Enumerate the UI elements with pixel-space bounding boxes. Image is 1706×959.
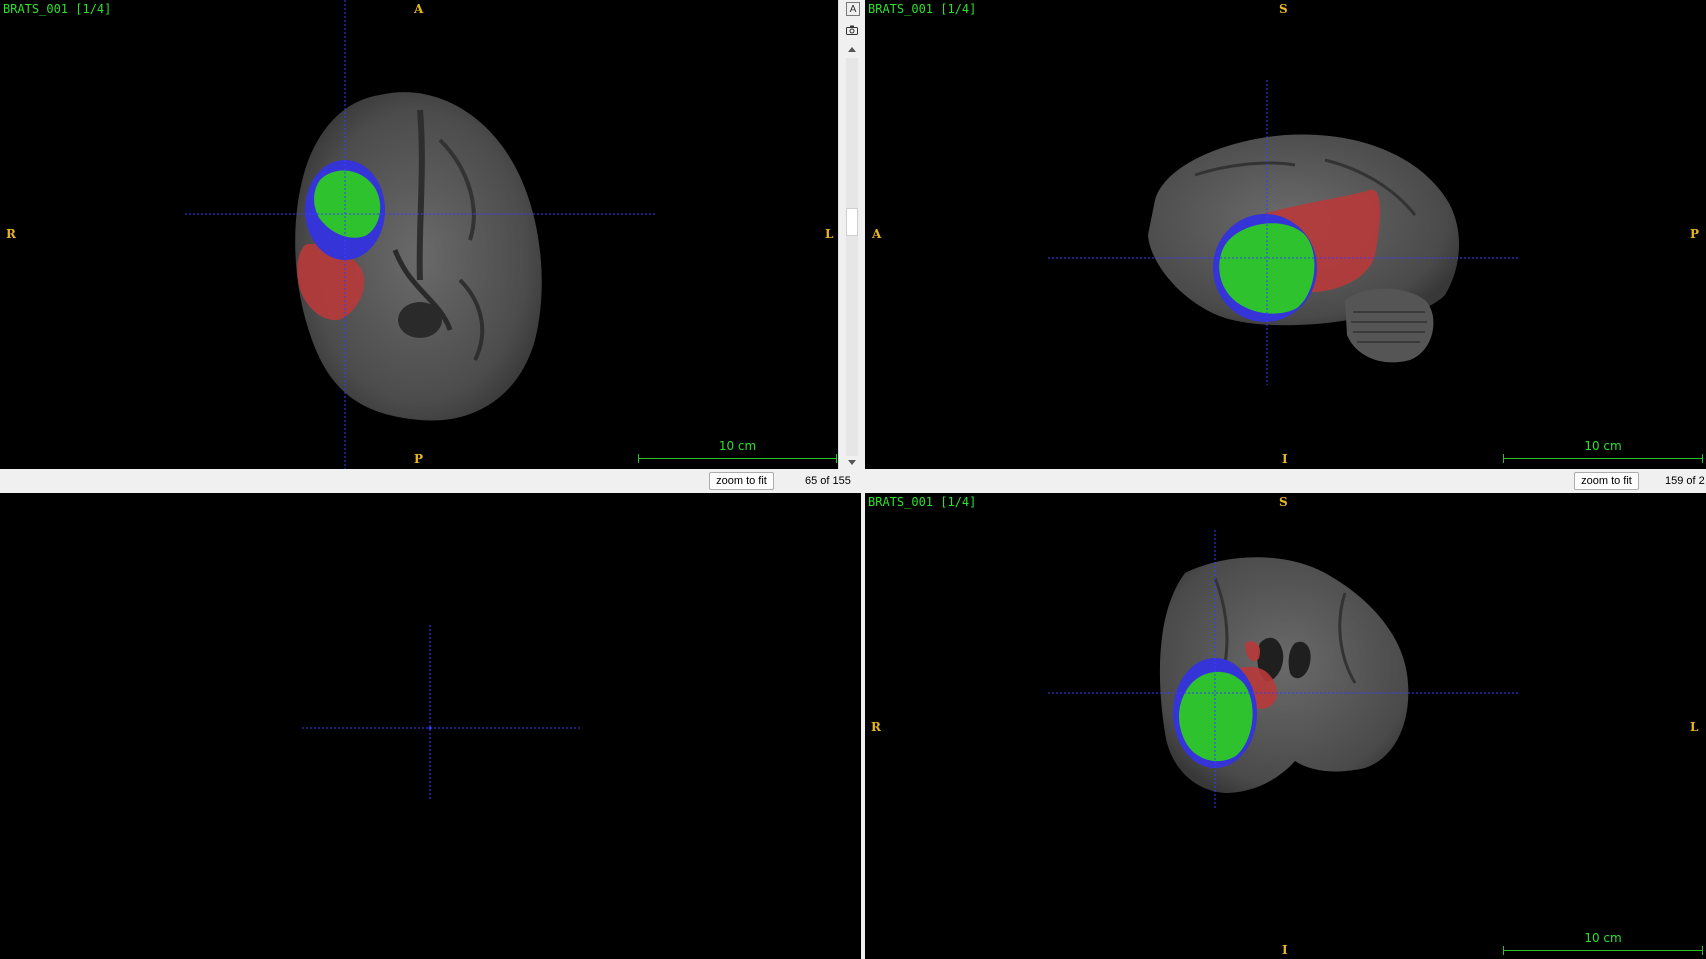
axial-view[interactable]: BRATS_001 [1/4] A P R L 10 cm [0, 0, 838, 469]
camera-icon[interactable] [846, 24, 858, 36]
sagittal-scale-bar: 10 cm [1503, 439, 1703, 463]
coronal-orient-bottom: I [1282, 943, 1288, 957]
axial-scale-bar: 10 cm [638, 439, 837, 463]
coronal-orient-right: L [1690, 720, 1699, 734]
sagittal-volume-label: BRATS_001 [1/4] [868, 2, 977, 16]
coronal-core [1179, 671, 1253, 762]
axial-orient-left: R [6, 227, 16, 241]
sagittal-view[interactable]: BRATS_001 [1/4] S I A P 10 cm [865, 0, 1706, 469]
sagittal-orient-left: A [872, 227, 882, 241]
3d-view[interactable] [0, 493, 861, 959]
axial-view-toolbar: zoom to fit 65 of 155 [0, 469, 861, 493]
3d-crosshair [302, 625, 580, 801]
axial-orient-top: A [414, 2, 424, 16]
slice-scrollbar-thumb[interactable] [846, 208, 858, 236]
coronal-view[interactable]: BRATS_001 [1/4] S I R L 10 cm [865, 493, 1706, 959]
sagittal-slice-indicator: 159 of 2 [1665, 475, 1705, 487]
sagittal-zoom-to-fit-button[interactable]: zoom to fit [1574, 472, 1639, 490]
axial-zoom-to-fit-button[interactable]: zoom to fit [709, 472, 774, 490]
view-tool-strip: A [838, 0, 866, 469]
coronal-scale-bar: 10 cm [1503, 931, 1703, 955]
scroll-down-arrow-icon[interactable] [846, 456, 858, 468]
axial-orient-right: L [825, 227, 834, 241]
sagittal-image [1048, 80, 1520, 385]
sagittal-orient-right: P [1690, 227, 1700, 241]
coronal-scale-text: 10 cm [1584, 931, 1622, 945]
axial-volume-label: BRATS_001 [1/4] [3, 2, 112, 16]
axial-orient-bottom: P [414, 452, 424, 466]
sagittal-orient-bottom: I [1282, 452, 1288, 466]
sagittal-view-toolbar: zoom to fit 159 of 2 [865, 469, 1706, 493]
sagittal-scale-text: 10 cm [1584, 439, 1622, 453]
sagittal-orient-top: S [1279, 2, 1288, 16]
coronal-image [1048, 530, 1520, 808]
coronal-volume-label: BRATS_001 [1/4] [868, 495, 977, 509]
axial-scale-text: 10 cm [718, 439, 757, 453]
sagittal-cerebellum [1345, 288, 1434, 363]
slice-scrollbar[interactable] [846, 58, 858, 456]
annotation-toggle-icon[interactable]: A [846, 2, 860, 16]
axial-slice-indicator: 65 of 155 [805, 475, 851, 487]
axial-image [185, 0, 655, 469]
scroll-up-arrow-icon[interactable] [846, 43, 858, 55]
coronal-orient-top: S [1279, 495, 1288, 509]
coronal-orient-left: R [871, 720, 881, 734]
